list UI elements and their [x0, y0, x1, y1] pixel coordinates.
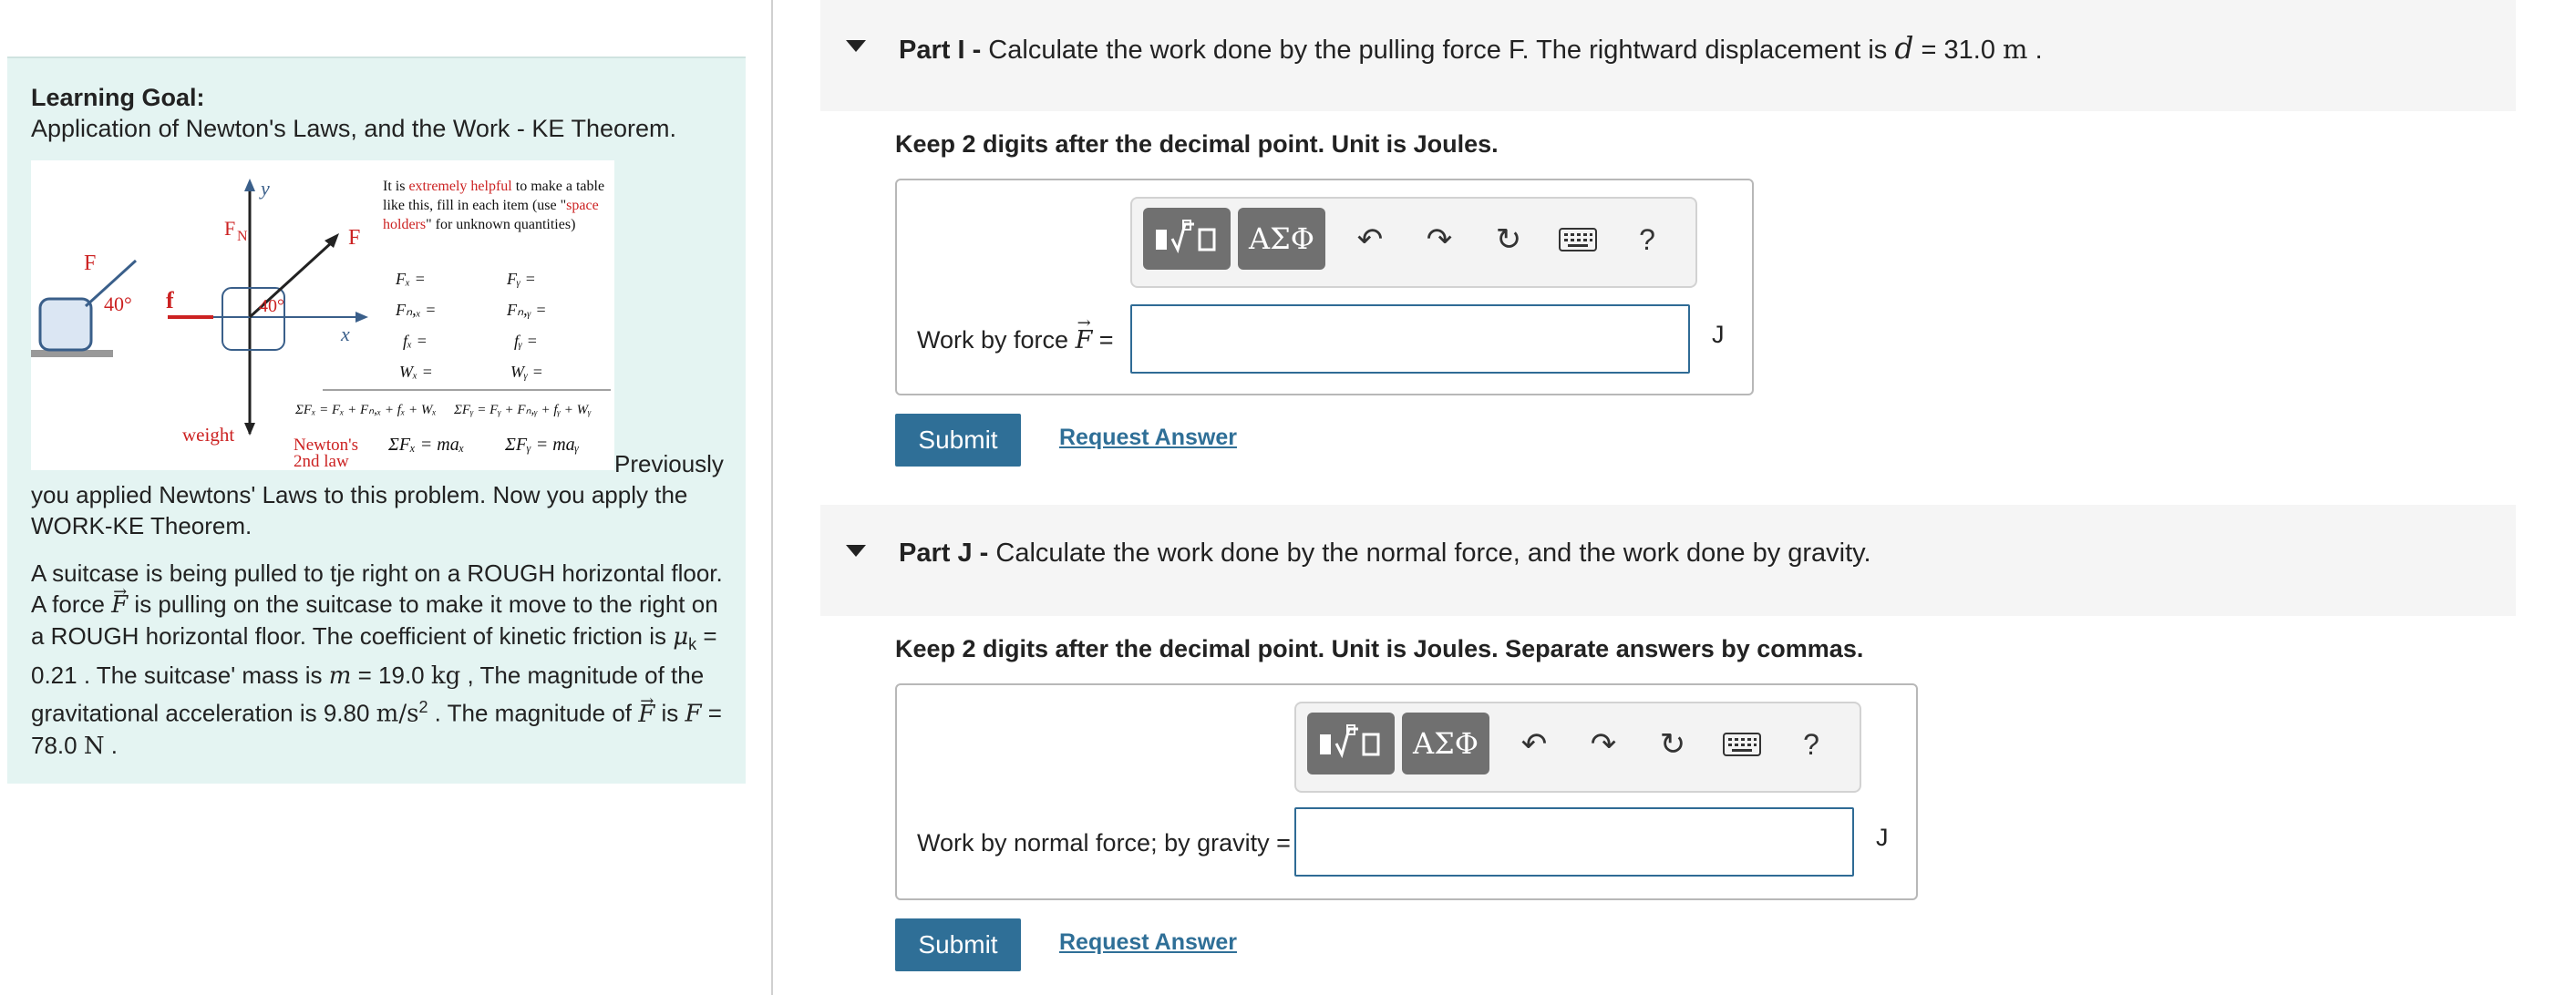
table-cell: Wᵧ = [510, 363, 543, 381]
y-axis-arrowhead [244, 179, 255, 191]
problem-statement: A suitcase is being pulled to tje right … [31, 558, 733, 762]
help-icon[interactable]: ? [1787, 720, 1836, 769]
part-j-answer-box: ΑΣΦ ↶ ↷ ↻ ? Work by normal force; by gra… [895, 683, 1918, 900]
keyboard-icon[interactable] [1717, 720, 1767, 769]
force-label-left: F [84, 251, 96, 275]
templates-button[interactable] [1307, 713, 1395, 774]
sum-row: ΣFₓ = Fₓ + Fₙ,ₓ + fₓ + Wₓ ΣFᵧ = Fᵧ + Fₙ,… [294, 403, 592, 417]
table-cell: fᵧ = [514, 332, 538, 350]
x-axis-arrowhead [355, 312, 368, 323]
sum-y: ΣFᵧ = Fᵧ + Fₙ,ᵧ + fᵧ + Wᵧ [453, 403, 592, 417]
part-j-answer-input[interactable] [1294, 807, 1854, 877]
templates-button[interactable] [1143, 208, 1231, 270]
part-j-submit-button[interactable]: Submit [895, 918, 1021, 971]
templates-icon [1156, 220, 1216, 254]
table-cell: Wₓ = [399, 363, 433, 381]
part-i-answer-input[interactable] [1130, 304, 1690, 374]
part-i-answer-label: Work by force F = [917, 313, 1114, 354]
part-i-submit-button[interactable]: Submit [895, 414, 1021, 467]
part-i-question: Part I - Calculate the work done by the … [899, 30, 2043, 66]
normal-force-label: F [224, 217, 235, 240]
part-i-request-answer-link[interactable]: Request Answer [1059, 425, 1237, 451]
component-table: Fₓ = Fᵧ = Fₙ,ₓ = Fₙ,ᵧ = fₓ = fᵧ = Wₓ = W… [395, 270, 546, 381]
part-j-answer-label: Work by normal force; by gravity = [917, 829, 1291, 857]
collapse-toggle-icon[interactable] [846, 545, 866, 557]
normal-force-sub: N [237, 229, 248, 244]
math-toolbar: ΑΣΦ ↶ ↷ ↻ ? [1294, 702, 1861, 793]
force-symbol: F [111, 577, 128, 621]
part-j-question: Part J - Calculate the work done by the … [899, 539, 1871, 568]
part-i-unit: J [1712, 321, 1725, 348]
greek-button[interactable]: ΑΣΦ [1402, 713, 1489, 774]
friction-label: f [166, 287, 174, 313]
part-j-unit: J [1876, 824, 1889, 851]
x-axis-label: x [340, 323, 350, 345]
weight-arrowhead [244, 423, 255, 436]
keyboard-icon[interactable] [1553, 215, 1602, 264]
angle-label-right: 40° [259, 296, 284, 316]
diagram-svg: 40° F f y x F N 40° F weight It is extre… [31, 177, 611, 470]
weight-label: weight [182, 424, 234, 446]
part-j-request-answer-link[interactable]: Request Answer [1059, 929, 1237, 956]
part-j-instruction: Keep 2 digits after the decimal point. U… [895, 635, 1864, 662]
help-icon[interactable]: ? [1623, 215, 1672, 264]
part-j-header[interactable]: Part J - Calculate the work done by the … [820, 505, 2516, 616]
part-i-instruction: Keep 2 digits after the decimal point. U… [895, 130, 1499, 158]
table-cell: Fₙ,ᵧ = [506, 301, 546, 319]
angle-label-left: 40° [104, 292, 132, 315]
table-cell: Fₙ,ₓ = [395, 301, 436, 319]
goal-subtitle: Application of Newton's Laws, and the Wo… [31, 115, 676, 142]
table-cell: Fₓ = [395, 270, 426, 288]
templates-icon [1320, 724, 1380, 759]
previously-text: Previously you applied Newtons' Laws to … [31, 450, 724, 539]
reset-icon[interactable]: ↻ [1484, 215, 1533, 264]
suitcase [38, 297, 93, 352]
undo-icon[interactable]: ↶ [1510, 720, 1559, 769]
free-body-diagram: 40° F f y x F N 40° F weight It is extre… [31, 160, 614, 470]
part-i-header[interactable]: Part I - Calculate the work done by the … [820, 0, 2516, 111]
sum-x: ΣFₓ = Fₓ + Fₙ,ₓ + fₓ + Wₓ [294, 403, 437, 417]
collapse-toggle-icon[interactable] [846, 40, 866, 52]
greek-button[interactable]: ΑΣΦ [1238, 208, 1325, 270]
redo-icon[interactable]: ↷ [1415, 215, 1464, 264]
table-cell: fₓ = [403, 332, 428, 350]
force-label-right: F [348, 226, 360, 250]
table-cell: Fᵧ = [506, 270, 536, 288]
undo-icon[interactable]: ↶ [1345, 215, 1395, 264]
goal-title: Learning Goal: [31, 84, 205, 111]
y-axis-label: y [259, 177, 270, 200]
column-divider [771, 0, 773, 995]
diagram-note-box: It is extremely helpful to make a table … [383, 177, 611, 234]
reset-icon[interactable]: ↻ [1648, 720, 1697, 769]
math-toolbar: ΑΣΦ ↶ ↷ ↻ ? [1130, 197, 1697, 288]
learning-goal-panel: Learning Goal: Application of Newton's L… [7, 56, 746, 784]
part-i-answer-box: ΑΣΦ ↶ ↷ ↻ ? Work by force F = J [895, 179, 1754, 395]
redo-icon[interactable]: ↷ [1579, 720, 1628, 769]
